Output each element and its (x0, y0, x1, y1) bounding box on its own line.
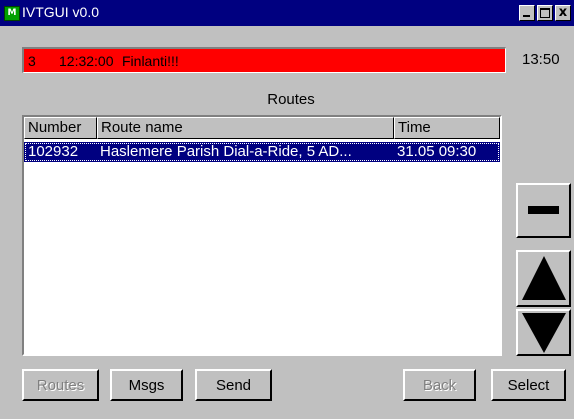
minus-icon (528, 206, 559, 214)
app-icon: M (4, 6, 20, 21)
route-time: 31.05 09:30 (397, 143, 477, 160)
alert-bar: 3 12:32:00 Finlanti!!! (22, 47, 506, 73)
routes-heading: Routes (267, 91, 315, 108)
msgs-button[interactable]: Msgs (110, 369, 183, 401)
arrow-down-icon (522, 313, 566, 353)
column-header-number[interactable]: Number (24, 117, 97, 139)
column-header-time[interactable]: Time (394, 117, 500, 139)
clock: 13:50 (522, 51, 560, 68)
back-button[interactable]: Back (403, 369, 476, 401)
close-button[interactable]: x (555, 5, 571, 21)
window-title: IVTGUI v0.0 (22, 4, 100, 20)
table-row[interactable]: 102932 Haslemere Parish Dial-a-Ride, 5 A… (24, 142, 500, 162)
scroll-down-button[interactable] (516, 309, 571, 356)
routes-table[interactable]: Number Route name Time 102932 Haslemere … (22, 115, 502, 356)
minimize-button[interactable] (519, 5, 535, 21)
title-bar[interactable]: M IVTGUI v0.0 x (0, 0, 574, 26)
minus-button[interactable] (516, 183, 571, 238)
route-number: 102932 (28, 143, 79, 160)
maximize-button[interactable] (537, 5, 553, 21)
scroll-up-button[interactable] (516, 250, 571, 307)
column-header-route-name[interactable]: Route name (97, 117, 394, 139)
select-button[interactable]: Select (491, 369, 566, 401)
table-header: Number Route name Time (24, 117, 500, 139)
arrow-up-icon (522, 256, 566, 300)
routes-button[interactable]: Routes (22, 369, 99, 401)
route-name: Haslemere Parish Dial-a-Ride, 5 AD... (100, 143, 352, 160)
send-button[interactable]: Send (195, 369, 272, 401)
alert-message: Finlanti!!! (122, 53, 179, 69)
alert-number: 3 (28, 53, 36, 69)
alert-time: 12:32:00 (59, 53, 114, 69)
